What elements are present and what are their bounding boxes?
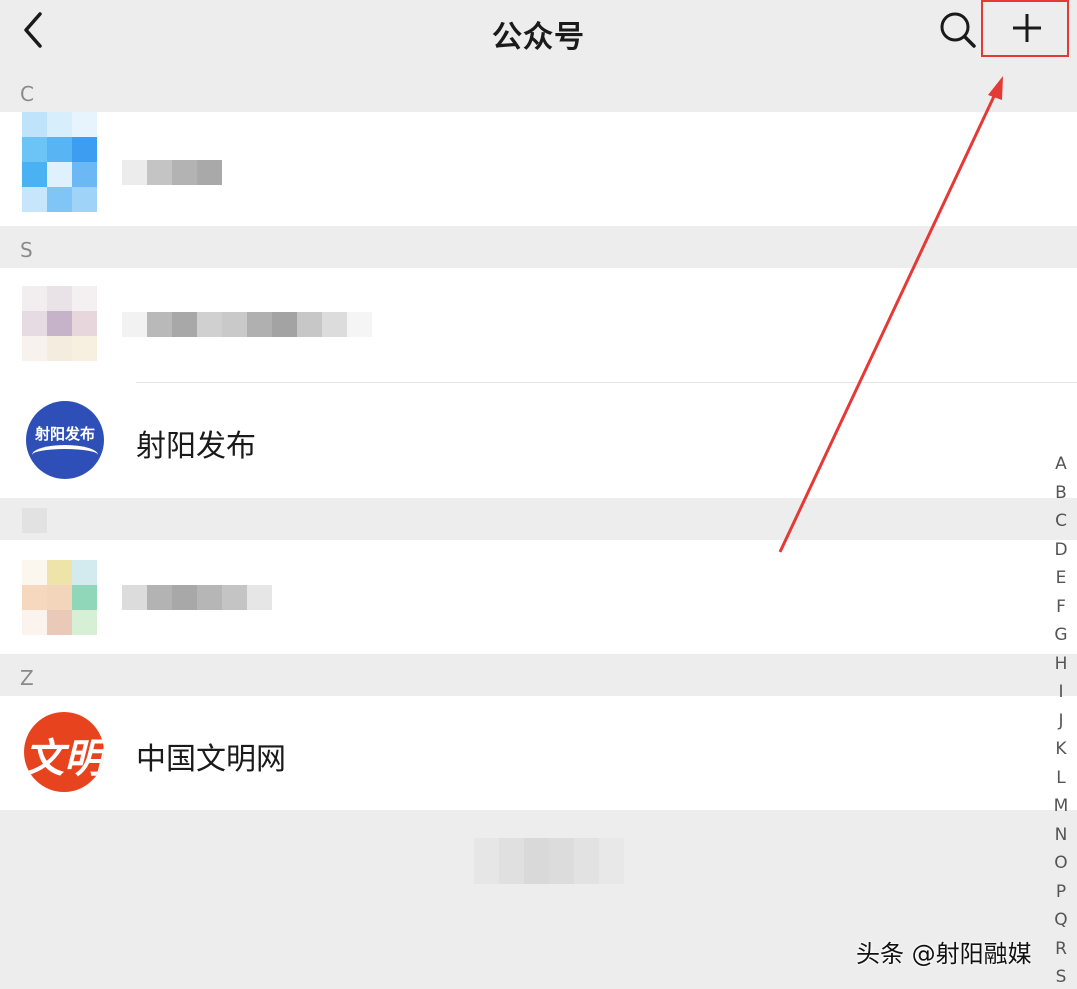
index-letter-j[interactable]: J	[1058, 707, 1063, 736]
swoosh-graphic	[32, 445, 98, 465]
avatar: 射阳发布	[26, 401, 104, 479]
index-letter-n[interactable]: N	[1055, 821, 1068, 850]
account-row-blurred-1[interactable]	[0, 112, 1077, 226]
index-letter-k[interactable]: K	[1055, 735, 1066, 764]
blurred-name	[122, 585, 272, 610]
account-row-blurred-2[interactable]	[0, 268, 1077, 378]
watermark: 头条 @射阳融媒	[856, 940, 1032, 968]
index-letter-d[interactable]: D	[1054, 536, 1067, 565]
nav-bar: 公众号	[0, 0, 1077, 62]
avatar-text: 文明	[24, 735, 104, 782]
page-title: 公众号	[492, 20, 585, 55]
official-accounts-page: 公众号 C S 射阳发布 射阳发布 Z 文明 中国文明网 A B C D E F…	[0, 0, 1077, 989]
account-row-wenming[interactable]: 文明 中国文明网	[0, 696, 1077, 810]
index-letter-i[interactable]: I	[1058, 678, 1063, 707]
section-letter: Z	[20, 666, 34, 690]
search-button[interactable]	[936, 8, 978, 50]
index-letter-s[interactable]: S	[1056, 963, 1067, 989]
index-letter-l[interactable]: L	[1056, 764, 1065, 793]
index-letter-p[interactable]: P	[1056, 878, 1066, 907]
search-icon	[940, 12, 976, 48]
index-letter-b[interactable]: B	[1055, 479, 1067, 508]
blurred-name	[122, 160, 222, 185]
avatar	[22, 286, 97, 361]
avatar: 文明	[24, 712, 104, 792]
account-row-blurred-3[interactable]	[0, 540, 1077, 654]
index-letter-f[interactable]: F	[1056, 593, 1066, 622]
blurred-letter	[22, 508, 47, 533]
add-account-button[interactable]	[981, 0, 1069, 57]
index-letter-e[interactable]: E	[1056, 564, 1067, 593]
avatar-text: 射阳发布	[34, 425, 95, 443]
blurred-name	[122, 312, 372, 337]
section-header-s: S	[0, 228, 1077, 268]
index-letter-c[interactable]: C	[1055, 507, 1067, 536]
section-letter: C	[20, 82, 34, 106]
index-letter-a[interactable]: A	[1055, 450, 1067, 479]
index-letter-g[interactable]: G	[1054, 621, 1067, 650]
avatar	[22, 112, 97, 212]
blurred-footer-text	[474, 838, 624, 884]
account-name: 中国文明网	[136, 742, 286, 777]
plus-icon	[1013, 14, 1041, 42]
section-s-rows: 射阳发布 射阳发布	[0, 268, 1077, 498]
section-header-c: C	[0, 72, 1077, 112]
account-name: 射阳发布	[136, 429, 256, 464]
avatar	[22, 560, 97, 635]
index-letter-h[interactable]: H	[1055, 650, 1068, 679]
index-letter-r[interactable]: R	[1055, 935, 1067, 964]
index-letter-o[interactable]: O	[1054, 849, 1067, 878]
section-header-blurred	[0, 500, 1077, 540]
alphabet-index[interactable]: ABCDEFGHIJKLMNOPQRS	[1046, 450, 1076, 989]
section-letter: S	[20, 238, 33, 262]
section-header-z: Z	[0, 656, 1077, 696]
index-letter-m[interactable]: M	[1054, 792, 1069, 821]
account-row-sheyang[interactable]: 射阳发布 射阳发布	[0, 383, 1077, 498]
index-letter-q[interactable]: Q	[1054, 906, 1067, 935]
